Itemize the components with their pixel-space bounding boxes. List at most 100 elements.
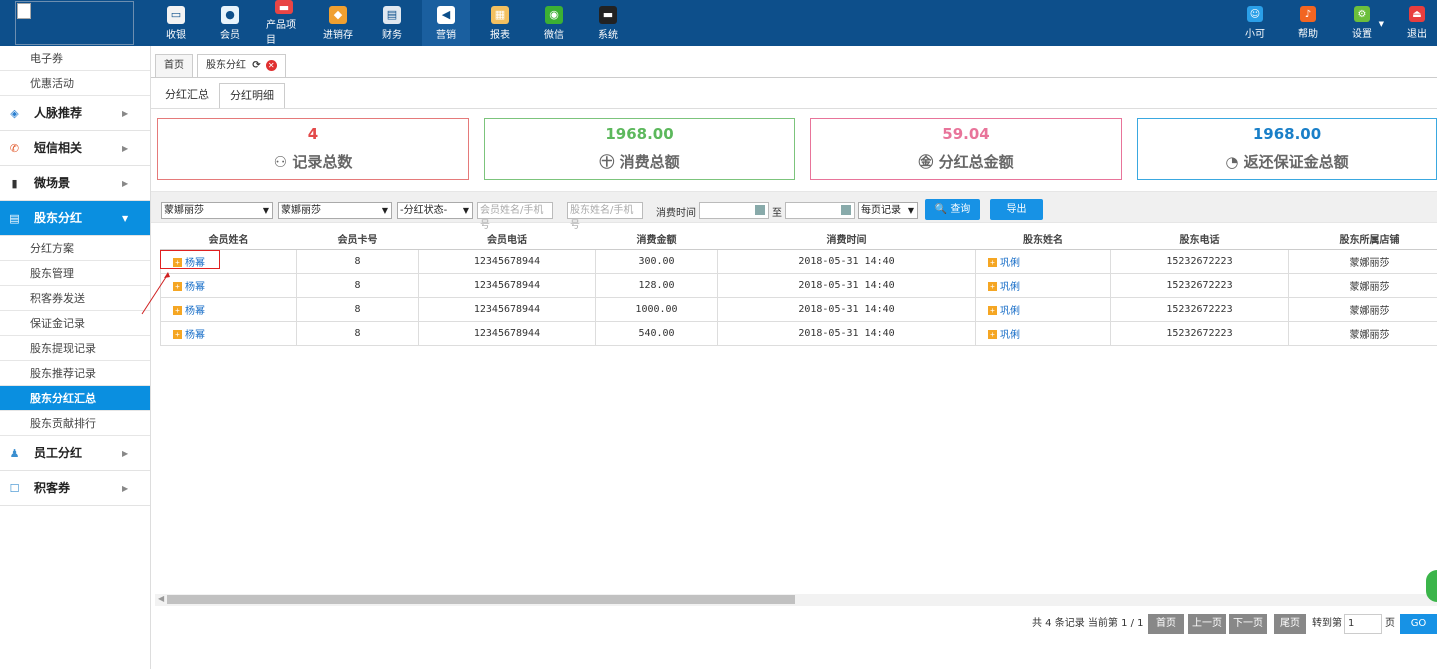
member-name-link[interactable]: 杨幂 — [185, 330, 205, 341]
sidebar-sub-item-2[interactable]: 积客券发送 — [0, 286, 150, 311]
expand-plus-icon[interactable]: + — [173, 330, 182, 340]
sidebar-sub-item-7[interactable]: 股东贡献排行 — [0, 411, 150, 436]
page-tabs: 首页 股东分红 ⟳ ✕ — [155, 54, 290, 78]
report-icon: ▦ — [491, 5, 509, 24]
sidebar-group-sidebar-groups-2[interactable]: ▮ 微场景 ▶ — [0, 166, 150, 201]
scroll-left-arrow-icon[interactable]: ◀ — [158, 594, 164, 603]
sidebar-group-sidebar-groups-3[interactable]: ▤ 股东分红 ▼ — [0, 201, 150, 236]
card-label-row: ㊉ 消费总额 — [485, 151, 794, 172]
nav-item-2[interactable]: ▬ 产品项目 — [266, 0, 302, 46]
member-search-input[interactable]: 会员姓名/手机号 — [477, 202, 553, 231]
shareholder-name-link[interactable]: 巩俐 — [1000, 258, 1020, 269]
sidebar-group-sidebar-bottom_groups-1[interactable]: ☐ 积客券 ▶ — [0, 471, 150, 506]
shareholder-name-link[interactable]: 巩俐 — [1000, 330, 1020, 341]
expand-plus-icon[interactable]: + — [173, 282, 182, 292]
column-header: 股东姓名 — [975, 229, 1111, 250]
nav-item-8[interactable]: ▬ 系统 — [590, 0, 626, 46]
tab-home[interactable]: 首页 — [155, 54, 193, 78]
export-button[interactable]: 导出 — [990, 199, 1043, 220]
top-right-help[interactable]: ♪ 帮助 — [1296, 0, 1320, 46]
sidebar-sub-item-1[interactable]: 股东管理 — [0, 261, 150, 286]
expand-plus-icon[interactable]: + — [988, 258, 997, 268]
sidebar-group-sidebar-bottom_groups-0[interactable]: ♟ 员工分红 ▶ — [0, 436, 150, 471]
sidebar-item-0[interactable]: 电子券 — [0, 46, 150, 71]
nav-item-5[interactable]: ◀ 营销 — [422, 0, 470, 46]
subtab-detail[interactable]: 分红明细 — [219, 83, 285, 109]
table-cell: 蒙娜丽莎 — [1288, 272, 1437, 298]
prev-page-button[interactable]: 上一页 — [1188, 614, 1226, 634]
table-cell: + 巩俐 — [975, 272, 1111, 298]
member-name-link[interactable]: 杨幂 — [185, 306, 205, 317]
shareholder-name-link[interactable]: 巩俐 — [1000, 306, 1020, 317]
top-right-settings[interactable]: ⚙ 设置 ▼ — [1350, 0, 1384, 46]
sidebar-group-sidebar-groups-0[interactable]: ◈ 人脉推荐 ▶ — [0, 96, 150, 131]
sidebar-sub-item-0[interactable]: 分红方案 — [0, 236, 150, 261]
top-right-logout[interactable]: ⏏ 退出 — [1405, 0, 1429, 46]
store-select-1[interactable]: 蒙娜丽莎 ▼ — [161, 202, 273, 219]
table-cell: + 巩俐 — [975, 248, 1111, 274]
next-page-button[interactable]: 下一页 — [1229, 614, 1267, 634]
nav-item-0[interactable]: ▭ 收银 — [158, 0, 194, 46]
store-select-2[interactable]: 蒙娜丽莎 ▼ — [278, 202, 392, 219]
table-cell: 15232672223 — [1110, 296, 1289, 322]
end-date-input[interactable] — [785, 202, 855, 219]
start-date-input[interactable] — [699, 202, 769, 219]
shareholder-icon: ▤ — [9, 212, 20, 225]
float-help-icon[interactable] — [1426, 570, 1437, 602]
go-button[interactable]: GO — [1400, 614, 1437, 634]
sidebar-sub-item-5[interactable]: 股东推荐记录 — [0, 361, 150, 386]
subtab-summary[interactable]: 分红汇总 — [155, 83, 219, 109]
refresh-icon[interactable]: ⟳ — [252, 60, 260, 71]
table-cell: 8 — [296, 296, 419, 322]
expand-plus-icon[interactable]: + — [988, 330, 997, 340]
expand-plus-icon[interactable]: + — [988, 282, 997, 292]
calendar-icon[interactable] — [841, 205, 851, 215]
logo-image — [15, 1, 134, 45]
top-right-assistant[interactable]: ☺ 小可 — [1243, 0, 1267, 46]
per-page-select[interactable]: 每页记录 ▼ — [858, 202, 918, 219]
nav-item-3[interactable]: ◆ 进销存 — [320, 0, 356, 46]
shareholder-name-link[interactable]: 巩俐 — [1000, 282, 1020, 293]
page-number-input[interactable]: 1 — [1344, 614, 1382, 634]
nav-label: 产品项目 — [266, 20, 296, 46]
sidebar-sub-item-4[interactable]: 股东提现记录 — [0, 336, 150, 361]
sidebar-group-sidebar-groups-1[interactable]: ✆ 短信相关 ▶ — [0, 131, 150, 166]
last-page-button[interactable]: 尾页 — [1274, 614, 1306, 634]
close-icon[interactable]: ✕ — [265, 60, 277, 71]
first-page-button[interactable]: 首页 — [1148, 614, 1184, 634]
sidebar-item-1[interactable]: 优惠活动 — [0, 71, 150, 96]
card-label: 分红总金额 — [938, 153, 1014, 171]
table-cell: 8 — [296, 320, 419, 346]
sidebar: 电子券 优惠活动 ◈ 人脉推荐 ▶ ✆ 短信相关 ▶ ▮ 微场景 ▶ ▤ 股东分红 ▼ 分红方案 股东管理 积客… — [0, 46, 151, 669]
expand-plus-icon[interactable]: + — [173, 306, 182, 316]
tab-shareholder-dividend[interactable]: 股东分红 ⟳ ✕ — [197, 54, 286, 78]
nav-item-1[interactable]: ● 会员 — [212, 0, 248, 46]
sidebar-sub-item-6[interactable]: 股东分红汇总 — [0, 386, 150, 411]
nav-item-7[interactable]: ◉ 微信 — [536, 0, 572, 46]
per-page-value: 每页记录 — [861, 205, 901, 216]
nav-item-4[interactable]: ▤ 财务 — [374, 0, 410, 46]
system-icon: ▬ — [599, 5, 617, 24]
nav-label: 系统 — [598, 29, 618, 41]
table-cell: 2018-05-31 14:40 — [717, 248, 976, 274]
scroll-thumb[interactable] — [167, 595, 795, 604]
sidebar-group-label: 短信相关 — [34, 141, 83, 155]
nav-item-6[interactable]: ▦ 报表 — [482, 0, 518, 46]
horizontal-scrollbar[interactable]: ◀ — [155, 594, 1437, 606]
member-name-link[interactable]: 杨幂 — [185, 282, 205, 293]
shareholder-search-input[interactable]: 股东姓名/手机号 — [567, 202, 643, 231]
sidebar-sub-item-3[interactable]: 保证金记录 — [0, 311, 150, 336]
calendar-icon[interactable] — [755, 205, 765, 215]
annotation-arrow — [141, 272, 170, 315]
sidebar-group-label: 积客券 — [34, 481, 71, 495]
query-button[interactable]: 🔍 查询 — [925, 199, 980, 220]
chevron-right-icon: ▶ — [122, 179, 129, 188]
detail-table: 会员姓名 会员卡号 会员电话 消费金额 消费时间 股东姓名 股东电话 股东所属店铺 + 杨幂 8 1… — [160, 229, 1437, 346]
top-right-label: 小可 — [1245, 29, 1265, 40]
expand-plus-icon[interactable]: + — [988, 306, 997, 316]
status-select[interactable]: -分红状态- ▼ — [397, 202, 473, 219]
chevron-right-icon: ▶ — [122, 144, 129, 153]
card-label-row: ◔ 返还保证金总额 — [1138, 151, 1436, 172]
nav-label: 进销存 — [323, 29, 353, 41]
marketing-icon: ◀ — [437, 5, 455, 24]
